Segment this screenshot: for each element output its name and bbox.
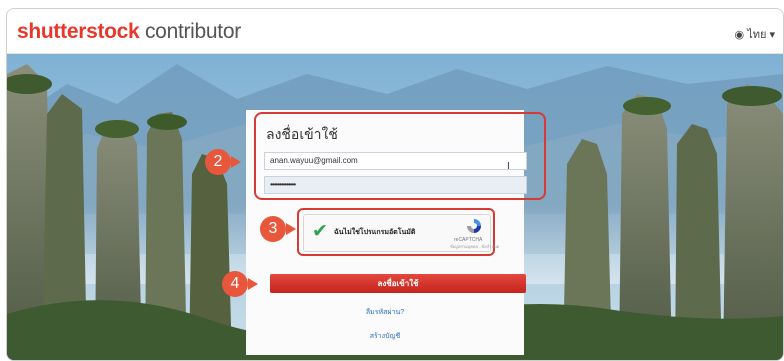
step-4-arrow-icon	[248, 278, 258, 290]
step-2-callout: 2	[205, 149, 231, 175]
header-bar: shutterstock contributor ◉ ไทย ▾	[7, 9, 783, 54]
step-2-arrow-icon	[231, 156, 241, 168]
shutterstock-logo[interactable]: shutterstock contributor	[17, 20, 241, 44]
globe-icon: ◉	[734, 29, 748, 41]
text-cursor-icon: I	[507, 161, 510, 172]
recaptcha-logo-icon	[467, 219, 481, 233]
logo-brand: shutterstock	[17, 20, 140, 43]
step-4-callout: 4	[222, 271, 248, 297]
recaptcha-links[interactable]: ข้อมูลส่วนบุคคล - ข้อกำหนด	[450, 243, 499, 250]
language-label: ไทย ▾	[747, 29, 775, 41]
create-account-link[interactable]: สร้างบัญชี	[246, 331, 524, 342]
login-button[interactable]: ลงชื่อเข้าใช้	[270, 274, 526, 293]
language-selector[interactable]: ◉ ไทย ▾	[735, 25, 775, 43]
captcha-label: ฉันไม่ใช่โปรแกรมอัตโนมัติ	[334, 229, 416, 236]
checkmark-icon[interactable]: ✔	[312, 220, 328, 243]
logo-sub: contributor	[144, 20, 241, 43]
password-field[interactable]: ••••••••••••••	[264, 176, 527, 194]
step-3-callout: 3	[260, 216, 286, 242]
email-field[interactable]: anan.wayuu@gmail.com	[264, 152, 527, 170]
login-title: ลงชื่อเข้าใช้	[266, 126, 338, 142]
forgot-password-link[interactable]: ลืมรหัสผ่าน?	[246, 307, 524, 318]
step-3-arrow-icon	[286, 223, 296, 235]
